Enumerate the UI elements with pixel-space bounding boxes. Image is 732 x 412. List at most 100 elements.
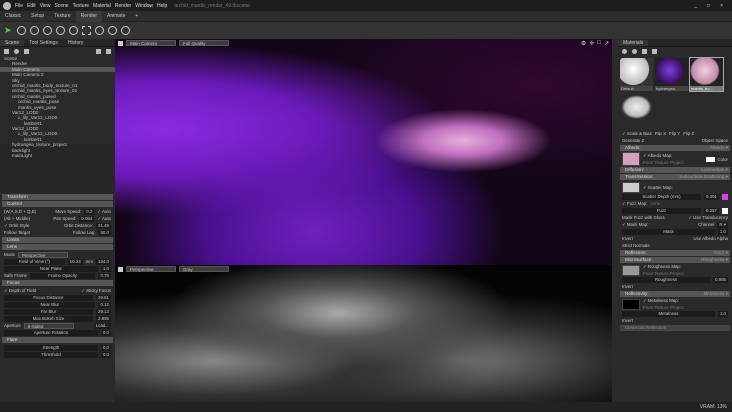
fuzz-slider[interactable]: Fuzz [622,207,701,214]
add-object-icon[interactable] [4,49,9,54]
follow-target-checkbox[interactable]: Follow Target [4,229,30,236]
pan-auto-checkbox[interactable]: ✓ Auto [97,215,111,222]
diffusion-mode-select[interactable]: Lambertian ▾ [701,167,728,173]
rect-select-icon[interactable] [82,26,91,35]
metalness-map-checkbox[interactable]: ✓ Metalness Map: [643,297,684,304]
fov-slider[interactable]: Field of View (°) [4,258,65,265]
far-blur-slider[interactable]: Far Blur [4,308,93,315]
camera-select[interactable]: Main Camera [126,40,176,46]
follow-lag-field[interactable]: 50.0 [98,229,111,236]
microsurface-mode-select[interactable]: Roughness ▾ [701,257,728,263]
mode-select[interactable]: Perspective [17,251,68,258]
popout-icon[interactable]: ↗ [604,40,609,47]
materials-tab[interactable]: Materials [618,39,649,46]
move-auto-checkbox[interactable]: ✓ Auto [97,208,111,215]
dof-checkbox[interactable]: ✓ Depth of Field [4,287,36,294]
mask-fuzz-checkbox[interactable]: Mask Fuzz with Gloss [622,214,665,221]
viewport-menu-icon[interactable] [118,40,123,46]
minimize-button[interactable]: _ [694,3,697,9]
flip-y-checkbox[interactable]: Flip Y [669,130,680,137]
material-mantis-body[interactable]: mantis_bo... [689,57,724,92]
menu-edit[interactable]: Edit [27,3,36,9]
menu-window[interactable]: Window [135,3,153,9]
menu-texture[interactable]: Texture [73,3,89,9]
scatter-depth-field[interactable]: 0.391 [704,193,719,200]
roughness-map-checkbox[interactable]: ✓ Roughness Map: [643,263,684,270]
scatter-color-swatch[interactable] [722,193,728,200]
material-extra[interactable] [620,94,653,120]
albedo-mode-select[interactable]: Albedo ▾ [710,145,728,151]
add-camera-icon[interactable] [24,49,29,54]
delete-icon[interactable] [106,49,111,54]
select-tool-icon[interactable]: ➤ [4,26,13,35]
safe-frame-checkbox[interactable]: Safe Frame [4,272,27,279]
menu-render[interactable]: Render [115,3,131,9]
roughness-map-thumb[interactable] [622,264,640,276]
delete-material-icon[interactable] [652,49,657,54]
aperture-rotation-field[interactable]: 0.0 [100,329,111,336]
move-speed-field[interactable]: 0.2 [84,208,95,215]
near-plane-field[interactable]: 1.0 [100,265,111,272]
orbit-distance-field[interactable]: 31.49 [96,222,111,229]
load-button[interactable]: Load... [93,322,111,329]
threshold-slider[interactable]: Threshold [4,351,98,358]
move-cross-icon[interactable]: ✛ [589,40,594,47]
near-plane-slider[interactable]: Near Plane [4,265,98,272]
tab-scene[interactable]: Scene [0,39,25,46]
menu-scene[interactable]: Scene [54,3,68,9]
add-tab-button[interactable]: + [130,11,143,22]
generate-z-checkbox[interactable]: Generate Z [622,137,644,144]
section-clearcoat[interactable]: Clearcoat Reflection [620,325,730,331]
duplicate-material-icon[interactable] [632,49,637,54]
metalness-field[interactable]: 1.0 [717,310,728,317]
reflection-mode-select[interactable]: GGX ▾ [714,250,728,256]
metalness-slider[interactable]: Metalness [622,310,715,317]
rotate-tool-icon[interactable] [30,26,39,35]
section-limits[interactable]: Limits [2,237,113,243]
threshold-field[interactable]: 0.0 [100,351,111,358]
sphere-tool-icon[interactable] [69,26,78,35]
scale-bias-checkbox[interactable]: ✓ Scale & Bias [622,130,652,137]
viewport-menu-icon[interactable] [118,266,123,272]
focus-distance-slider[interactable]: Focus Distance [4,294,93,301]
strict-normals-checkbox[interactable]: Strict Normals [622,242,650,249]
quality-select[interactable]: Full Quality [179,40,229,46]
view-mode-select[interactable]: Gray [179,266,229,272]
folder-icon[interactable] [642,49,647,54]
fuzz-color-swatch[interactable] [722,207,728,214]
mask-map-checkbox[interactable]: ✓ Mask Map: [622,221,648,228]
invert-roughness-checkbox[interactable]: Invert [622,283,633,290]
move-tool-icon[interactable] [17,26,26,35]
tab-texture[interactable]: Texture [49,11,75,22]
tab-animate[interactable]: Animate [102,11,130,22]
section-diffusion[interactable]: Diffusion: [625,167,644,173]
new-material-icon[interactable] [622,49,627,54]
scatter-depth-slider[interactable]: Scatter Depth (mm) [622,193,701,200]
albedo-map-thumb[interactable] [622,152,640,166]
settings-gear-icon[interactable]: ⚙ [581,40,586,47]
tree-item[interactable]: mainLight [0,153,115,158]
tab-history[interactable]: History [63,40,89,46]
max-bokeh-field[interactable]: 2.895 [96,315,111,322]
pan-speed-field[interactable]: 0.084 [79,215,95,222]
section-flare[interactable]: Flare [2,337,113,343]
reflectivity-mode-select[interactable]: Metalness ▾ [703,291,728,297]
mask-field[interactable]: 1.0 [717,228,728,235]
roughness-slider[interactable]: Roughness [622,276,710,283]
material-hydrangea[interactable]: hydrangea... [655,58,688,91]
frame-opacity-slider[interactable]: Frame Opacity [29,272,96,279]
section-focus[interactable]: Focus [2,280,113,286]
flip-x-checkbox[interactable]: Flip X [655,130,666,137]
tab-tool-settings[interactable]: Tool Settings [24,40,63,46]
scatter-map-thumb[interactable] [622,181,640,193]
gray-viewport[interactable]: Perspective Gray [115,265,612,402]
scale-tool-icon[interactable] [43,26,52,35]
object-tool-icon[interactable] [56,26,65,35]
main-viewport[interactable]: Main Camera Full Quality ⚙ ✛ □ ↗ [115,39,612,265]
section-transform[interactable]: Transform [2,194,113,200]
frame-opacity-field[interactable]: 0.75 [98,272,111,279]
use-translucency-checkbox[interactable]: ✓ Use Translucency [688,214,728,221]
metalness-map-thumb[interactable] [622,298,640,310]
channel-select[interactable]: R ▾ [717,221,728,228]
close-button[interactable]: × [720,3,723,9]
